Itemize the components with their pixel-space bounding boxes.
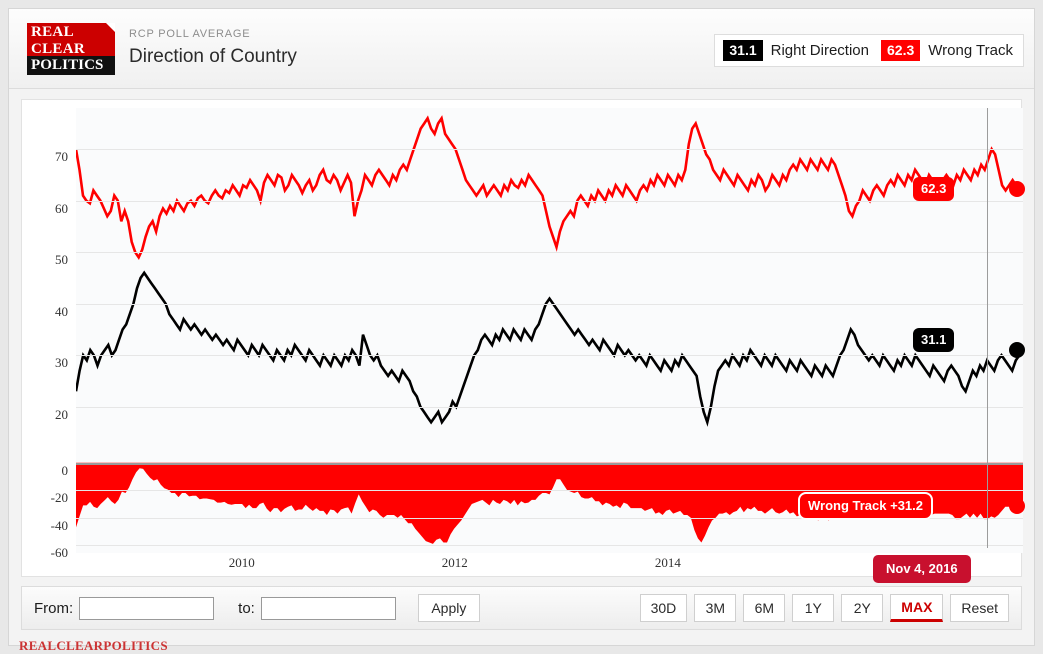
header-kicker: RCP POLL AVERAGE xyxy=(129,28,251,40)
legend: 31.1 Right Direction 62.3 Wrong Track xyxy=(714,34,1024,67)
chart-panel: REAL CLEAR POLITICS RCP POLL AVERAGE Dir… xyxy=(8,8,1035,653)
x-tick-label: 2010 xyxy=(228,555,255,570)
legend-value-right-direction: 31.1 xyxy=(723,40,763,61)
y-tick-label: -60 xyxy=(50,545,68,561)
chart-area[interactable]: 7060504030200-20-40-60 2010201220142016 … xyxy=(21,99,1025,583)
x-tick-label: 2012 xyxy=(441,555,468,570)
right-direction-endpoint xyxy=(1009,341,1025,358)
apply-button[interactable]: Apply xyxy=(417,594,480,622)
range-button-2y[interactable]: 2Y xyxy=(841,594,884,622)
y-tick-label: 0 xyxy=(61,462,69,478)
logo-line-politics: POLITICS xyxy=(27,55,115,75)
gridline xyxy=(76,200,1023,202)
gridline xyxy=(76,462,1023,465)
y-tick-label: 50 xyxy=(55,252,68,268)
wrong-track-value-label: 62.3 xyxy=(913,176,955,201)
rcp-logo: REAL CLEAR POLITICS xyxy=(27,22,115,75)
app-root: REAL CLEAR POLITICS RCP POLL AVERAGE Dir… xyxy=(0,0,1043,654)
y-tick-label: 30 xyxy=(55,355,68,371)
date-badge: Nov 4, 2016 xyxy=(873,555,971,583)
range-button-6m[interactable]: 6M xyxy=(743,594,786,622)
y-tick-label: 20 xyxy=(55,406,68,422)
range-button-1y[interactable]: 1Y xyxy=(792,594,835,622)
series-line xyxy=(76,115,1023,261)
gridline xyxy=(76,545,1023,547)
y-tick-label: 60 xyxy=(55,200,68,216)
right-direction-value-label: 31.1 xyxy=(913,327,955,352)
range-buttons: 30D 3M 6M 1Y 2Y MAX Reset xyxy=(639,594,1009,622)
from-date-input[interactable] xyxy=(79,596,215,620)
range-button-30d[interactable]: 30D xyxy=(639,594,688,622)
page-title: Direction of Country xyxy=(129,46,297,67)
x-tick-label: 2014 xyxy=(654,555,681,570)
y-tick-label: -40 xyxy=(50,517,68,533)
to-label: to: xyxy=(238,599,255,617)
range-button-3m[interactable]: 3M xyxy=(694,594,737,622)
logo-fold-corner xyxy=(106,22,115,32)
range-button-reset[interactable]: Reset xyxy=(950,594,1009,622)
controls-bar: From: to: Apply 30D 3M 6M 1Y 2Y MAX Reset xyxy=(21,586,1022,630)
series-line xyxy=(76,270,1023,427)
header-titles: RCP POLL AVERAGE Direction of Country xyxy=(129,27,297,70)
y-tick-label: -20 xyxy=(50,490,68,506)
crosshair-line[interactable] xyxy=(987,108,988,548)
logo-line-real: REAL xyxy=(31,23,74,40)
gridline xyxy=(76,252,1023,254)
to-date-input[interactable] xyxy=(260,596,396,620)
gridline xyxy=(76,406,1023,408)
gridline xyxy=(76,355,1023,357)
range-button-max[interactable]: MAX xyxy=(890,594,944,622)
header: REAL CLEAR POLITICS RCP POLL AVERAGE Dir… xyxy=(9,9,1034,89)
y-tick-label: 70 xyxy=(55,149,68,165)
gridline xyxy=(76,303,1023,305)
gridline xyxy=(76,149,1023,151)
legend-label-right-direction: Right Direction xyxy=(770,42,869,59)
from-label: From: xyxy=(34,599,74,617)
legend-value-wrong-track: 62.3 xyxy=(881,40,921,61)
y-tick-label: 40 xyxy=(55,303,68,319)
wrong-track-endpoint xyxy=(1009,180,1025,197)
logo-top-block: REAL CLEAR xyxy=(27,22,115,58)
footer-brand: REALCLEARPOLITICS xyxy=(19,638,168,653)
legend-label-wrong-track: Wrong Track xyxy=(928,42,1013,59)
differential-label: Wrong Track +31.2 xyxy=(798,491,934,520)
differential-endpoint xyxy=(1009,497,1025,514)
plot-area[interactable] xyxy=(76,108,1025,553)
series-lines xyxy=(76,115,1023,544)
y-axis-ticks: 70 60 50 40 30 20 0 -20 -40 -60 xyxy=(22,108,70,560)
